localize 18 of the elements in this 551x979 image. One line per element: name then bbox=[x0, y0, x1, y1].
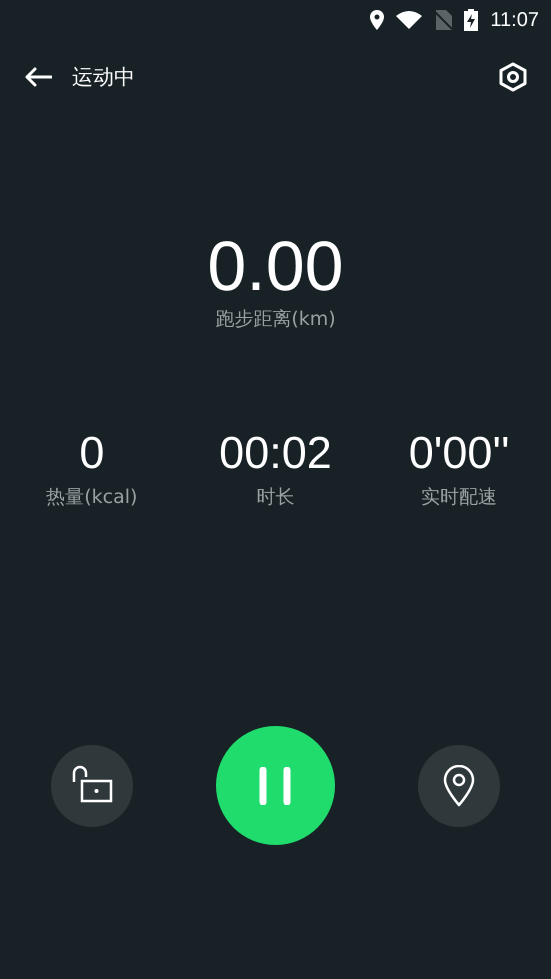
distance-value: 0.00 bbox=[207, 226, 344, 306]
stat-value: 0'00'' bbox=[408, 428, 510, 478]
stat-value: 0 bbox=[79, 428, 104, 478]
no-sim-icon bbox=[434, 10, 452, 30]
settings-icon[interactable] bbox=[499, 62, 527, 92]
back-arrow-icon[interactable] bbox=[24, 67, 52, 87]
stat-label: 热量(kcal) bbox=[46, 485, 138, 510]
stat-label: 时长 bbox=[256, 485, 294, 510]
stat-value: 00:02 bbox=[219, 428, 332, 478]
location-icon bbox=[370, 10, 384, 30]
status-time: 11:07 bbox=[490, 8, 539, 32]
stat-label: 实时配速 bbox=[421, 485, 498, 510]
page-title: 运动中 bbox=[72, 64, 135, 91]
pause-icon bbox=[258, 766, 292, 804]
distance-label: 跑步距离(km) bbox=[215, 307, 336, 332]
battery-charging-icon bbox=[464, 9, 478, 31]
wifi-icon bbox=[396, 11, 422, 29]
map-pin-icon bbox=[443, 764, 476, 806]
